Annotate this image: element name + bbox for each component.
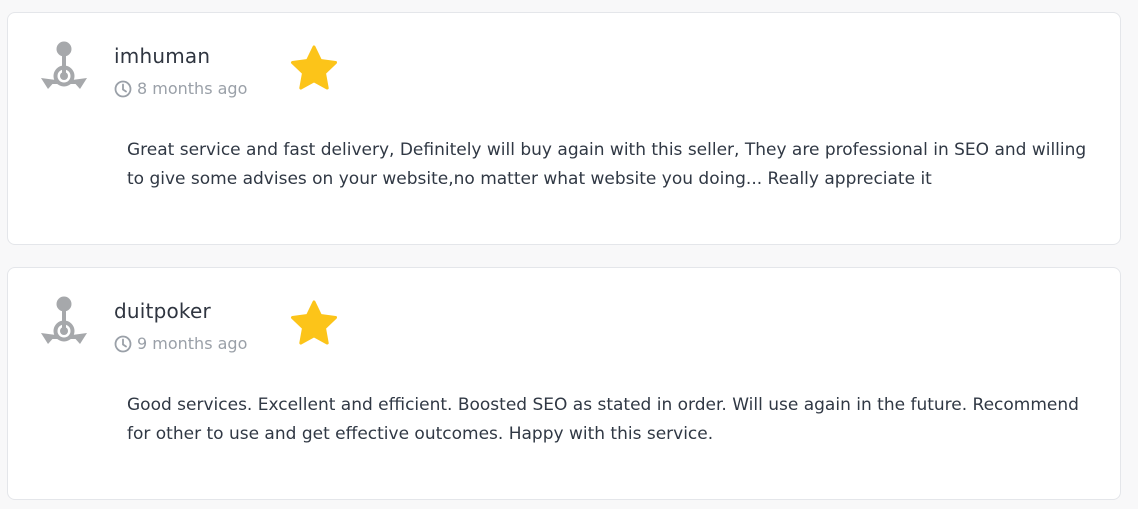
reviewer-username[interactable]: duitpoker	[114, 299, 211, 323]
default-avatar-icon[interactable]	[38, 295, 90, 351]
review-time: 8 months ago	[114, 79, 247, 98]
review-card: duitpoker 9 months ago Good services. Ex…	[7, 267, 1121, 500]
review-card: imhuman 8 months ago Great service and f…	[7, 12, 1121, 245]
clock-icon	[114, 335, 132, 352]
time-ago-text: 9 months ago	[137, 334, 248, 353]
star-icon	[291, 45, 337, 90]
review-text: Good services. Excellent and efficient. …	[127, 395, 1079, 444]
star-icon	[291, 300, 337, 345]
review-time: 9 months ago	[114, 334, 247, 353]
clock-icon	[114, 80, 132, 97]
review-text: Great service and fast delivery, Definit…	[127, 140, 1087, 189]
reviewer-username[interactable]: imhuman	[114, 44, 210, 68]
default-avatar-icon[interactable]	[38, 40, 90, 96]
time-ago-text: 8 months ago	[137, 79, 248, 98]
